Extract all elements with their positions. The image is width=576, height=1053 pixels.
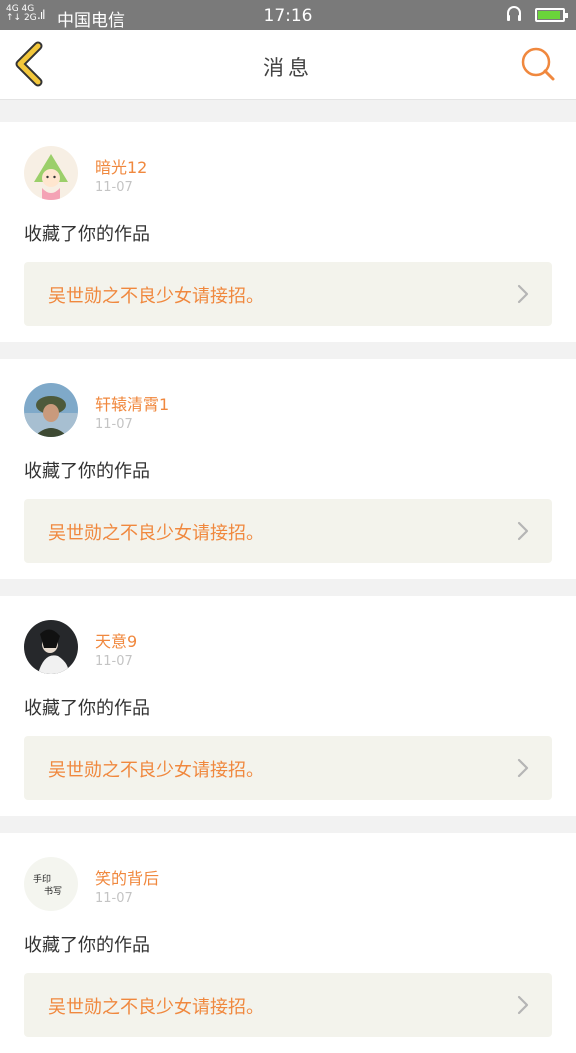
message-card[interactable]: 轩辕清霄1 11-07 收藏了你的作品吴世勋之不良少女请接招。 (0, 359, 576, 579)
headset-icon (507, 6, 521, 21)
username[interactable]: 暗光12 (95, 154, 147, 178)
avatar[interactable] (24, 383, 78, 437)
work-title: 吴世勋之不良少女请接招。 (48, 523, 264, 544)
work-title: 吴世勋之不良少女请接招。 (48, 286, 264, 307)
chevron-right-icon (517, 284, 529, 304)
work-link[interactable]: 吴世勋之不良少女请接招。 (24, 262, 552, 326)
username[interactable]: 天意9 (95, 628, 137, 652)
work-title: 吴世勋之不良少女请接招。 (48, 997, 264, 1018)
battery-fill (538, 11, 560, 19)
work-link[interactable]: 吴世勋之不良少女请接招。 (24, 499, 552, 563)
search-icon[interactable] (518, 44, 558, 84)
message-date: 11-07 (95, 417, 133, 432)
action-text: 收藏了你的作品 (24, 935, 150, 956)
message-card[interactable]: 暗光12 11-07 收藏了你的作品吴世勋之不良少女请接招。 (0, 122, 576, 342)
avatar[interactable]: 手印 书写 (24, 857, 78, 911)
chevron-right-icon (517, 995, 529, 1015)
message-date: 11-07 (95, 654, 133, 669)
action-text: 收藏了你的作品 (24, 224, 150, 245)
message-date: 11-07 (95, 891, 133, 906)
svg-text:手印: 手印 (33, 873, 51, 885)
work-link[interactable]: 吴世勋之不良少女请接招。 (24, 973, 552, 1037)
chevron-right-icon (517, 758, 529, 778)
username[interactable]: 笑的背后 (95, 865, 159, 889)
status-bar: 4G 4G ↑↓ 2G .ıl 中国电信 17:16 (0, 0, 576, 31)
work-title: 吴世勋之不良少女请接招。 (48, 760, 264, 781)
message-date: 11-07 (95, 180, 133, 195)
message-card[interactable]: 天意9 11-07 收藏了你的作品吴世勋之不良少女请接招。 (0, 596, 576, 816)
battery-icon (535, 8, 568, 22)
message-card[interactable]: 手印 书写 笑的背后 11-07 收藏了你的作品 吴世勋之不良少女请接招。 (0, 833, 576, 1053)
action-text: 收藏了你的作品 (24, 698, 150, 719)
action-text: 收藏了你的作品 (24, 461, 150, 482)
clock: 17:16 (263, 6, 313, 26)
username[interactable]: 轩辕清霄1 (95, 391, 169, 415)
work-link[interactable]: 吴世勋之不良少女请接招。 (24, 736, 552, 800)
top-app-bar: 消息 (0, 30, 576, 100)
avatar[interactable] (24, 146, 78, 200)
svg-text:书写: 书写 (44, 886, 62, 897)
avatar[interactable] (24, 620, 78, 674)
page-title: 消息 (263, 56, 313, 80)
message-list: 暗光12 11-07 收藏了你的作品 吴世勋之不良少女请接招。 轩辕清霄1 11-07 收藏… (0, 100, 576, 1053)
chevron-right-icon (517, 521, 529, 541)
